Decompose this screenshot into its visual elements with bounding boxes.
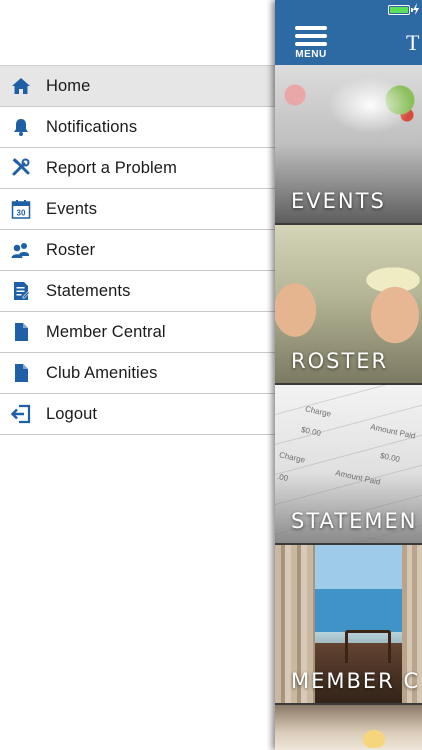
document-icon <box>10 322 31 343</box>
app-header: MENU T <box>275 0 422 65</box>
navigation-menu: Home Notifications Report a Problem 30 E… <box>0 65 275 435</box>
paper-charge-text: Charge <box>278 450 306 465</box>
nav-item-notifications[interactable]: Notifications <box>0 107 275 148</box>
nav-item-report-problem[interactable]: Report a Problem <box>0 148 275 189</box>
calendar-icon: 30 <box>10 199 31 220</box>
hamburger-icon <box>295 26 327 30</box>
nav-item-member-central[interactable]: Member Central <box>0 312 275 353</box>
nav-item-label: Roster <box>46 240 96 259</box>
paper-zero-text: .00 <box>276 471 289 484</box>
statement-icon <box>10 281 31 302</box>
home-icon <box>10 76 31 97</box>
battery-icon <box>388 5 413 15</box>
document-icon <box>10 363 31 384</box>
menu-button-label: MENU <box>295 49 327 60</box>
app-title: T <box>406 30 420 55</box>
tile-club-amenities[interactable] <box>275 705 422 750</box>
tile-member-central[interactable]: MEMBER C <box>275 545 422 703</box>
paper-zero-text: $0.00 <box>300 425 322 438</box>
charging-icon <box>413 3 419 15</box>
logout-icon <box>10 404 31 425</box>
tile-label: MEMBER C <box>291 669 421 693</box>
paper-charge-text: Charge <box>304 404 332 419</box>
paper-amount-paid-text: Amount Paid <box>369 422 417 441</box>
tile-statements[interactable]: Charge Amount Paid $0.00 Charge Amount P… <box>275 385 422 543</box>
nav-item-label: Notifications <box>46 117 138 136</box>
calendar-day-text: 30 <box>16 209 25 218</box>
nav-item-label: Report a Problem <box>46 158 177 177</box>
nav-item-label: Club Amenities <box>46 363 158 382</box>
paper-zero-text: $0.00 <box>379 451 401 464</box>
bell-icon <box>10 117 31 138</box>
nav-item-roster[interactable]: Roster <box>0 230 275 271</box>
nav-item-label: Home <box>46 76 91 95</box>
tile-label: ROSTER <box>291 349 389 373</box>
nav-item-label: Statements <box>46 281 131 300</box>
nav-item-label: Logout <box>46 404 98 423</box>
menu-button[interactable]: MENU <box>292 26 330 62</box>
nav-item-club-amenities[interactable]: Club Amenities <box>0 353 275 394</box>
tools-icon <box>10 158 31 179</box>
tile-label: STATEMEN <box>291 509 418 533</box>
navigation-drawer: Home Notifications Report a Problem 30 E… <box>0 0 275 750</box>
people-icon <box>10 240 31 261</box>
nav-item-events[interactable]: 30 Events <box>0 189 275 230</box>
nav-item-label: Member Central <box>46 322 166 341</box>
main-content: MENU T EVENTS ROSTER Charge Amount Paid … <box>275 0 422 750</box>
nav-item-label: Events <box>46 199 98 218</box>
nav-item-home[interactable]: Home <box>0 65 275 107</box>
tile-roster[interactable]: ROSTER <box>275 225 422 383</box>
paper-amount-paid-text: Amount Paid <box>334 468 382 487</box>
tile-label: EVENTS <box>291 189 386 213</box>
nav-item-logout[interactable]: Logout <box>0 394 275 435</box>
tile-events[interactable]: EVENTS <box>275 65 422 223</box>
nav-item-statements[interactable]: Statements <box>0 271 275 312</box>
